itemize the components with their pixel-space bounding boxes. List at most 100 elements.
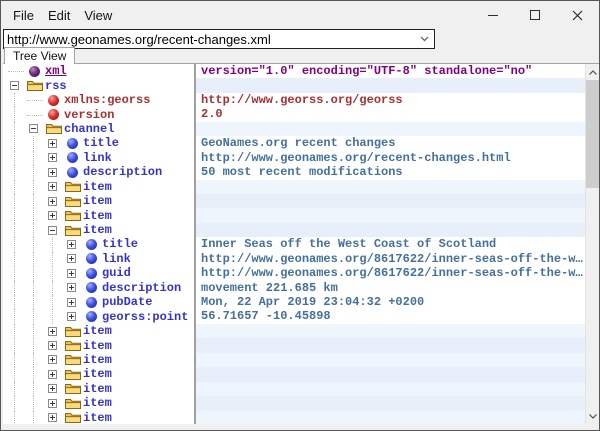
tree-node[interactable]: item <box>3 180 194 194</box>
red-ball-icon <box>44 107 63 121</box>
menu-view[interactable]: View <box>78 5 118 26</box>
expand-plus-icon[interactable] <box>48 399 57 408</box>
tree-node[interactable]: item <box>3 194 194 208</box>
tree-node-label: title <box>101 237 138 251</box>
address-input[interactable] <box>4 30 414 48</box>
blue-ball-icon <box>82 295 101 309</box>
value-row: http://www.geonames.org/8617622/inner-se… <box>196 266 585 280</box>
tree-node[interactable]: item <box>3 223 194 237</box>
tree-node[interactable]: description <box>3 281 194 295</box>
tree-node-label: title <box>82 136 119 150</box>
tab-tree-view[interactable]: Tree View <box>4 47 75 64</box>
value-row: 56.71657 -10.45898 <box>196 309 585 323</box>
value-row <box>196 180 585 194</box>
tree-node[interactable]: title <box>3 237 194 251</box>
expand-plus-icon[interactable] <box>48 355 57 364</box>
tree-node[interactable]: guid <box>3 266 194 280</box>
menu-edit[interactable]: Edit <box>42 5 76 26</box>
minimize-button[interactable] <box>472 1 514 29</box>
collapse-minus-icon[interactable] <box>10 81 19 90</box>
tree-node-label: item <box>82 367 112 381</box>
tree-node-label: rss <box>44 79 67 93</box>
tree-node[interactable]: georss:point <box>3 309 194 323</box>
expand-plus-icon[interactable] <box>48 370 57 379</box>
tree-node[interactable]: description <box>3 165 194 179</box>
scrollbar-thumb[interactable] <box>586 80 600 188</box>
value-row: movement 221.685 km <box>196 281 585 295</box>
value-pane: version="1.0" encoding="UTF-8" standalon… <box>196 64 585 424</box>
tree-node[interactable]: pubDate <box>3 295 194 309</box>
expand-plus-icon[interactable] <box>48 384 57 393</box>
tree-node-label: item <box>82 396 112 410</box>
collapse-minus-icon[interactable] <box>48 226 57 235</box>
scroll-up-button[interactable] <box>586 64 600 80</box>
blue-ball-icon <box>63 151 82 165</box>
tree-node-label: item <box>82 353 112 367</box>
close-button[interactable] <box>556 1 598 29</box>
tree-node[interactable]: item <box>3 396 194 410</box>
blue-ball-icon <box>82 281 101 295</box>
tree-node-label: description <box>101 281 181 295</box>
menu-file[interactable]: File <box>7 5 40 26</box>
vertical-scrollbar[interactable] <box>585 64 599 424</box>
expand-plus-icon[interactable] <box>48 413 57 422</box>
tree-node[interactable]: item <box>3 353 194 367</box>
tree-node-label: version <box>63 108 114 122</box>
folder-icon <box>63 324 82 338</box>
tree-node-label: item <box>82 180 112 194</box>
scroll-down-button[interactable] <box>586 408 600 424</box>
tree-node[interactable]: title <box>3 136 194 150</box>
tree-node-label: georss:point <box>101 310 188 324</box>
combo-dropdown-button[interactable] <box>414 30 434 48</box>
folder-icon <box>63 382 82 396</box>
value-row: GeoNames.org recent changes <box>196 136 585 150</box>
chevron-down-icon <box>589 414 597 419</box>
expand-plus-icon[interactable] <box>48 182 57 191</box>
expand-plus-icon[interactable] <box>67 269 76 278</box>
maximize-button[interactable] <box>514 1 556 29</box>
tree-node[interactable]: channel <box>3 122 194 136</box>
chevron-down-icon <box>420 36 429 42</box>
tree-node[interactable]: link <box>3 252 194 266</box>
tree-node[interactable]: item <box>3 208 194 222</box>
value-row: http://www.georss.org/georss <box>196 93 585 107</box>
expand-plus-icon[interactable] <box>48 197 57 206</box>
tree-node-label: guid <box>101 266 131 280</box>
blue-ball-icon <box>63 165 82 179</box>
expand-plus-icon[interactable] <box>48 341 57 350</box>
tree-node-label: item <box>82 194 112 208</box>
tree-node[interactable]: rss <box>3 78 194 92</box>
tree-node[interactable]: item <box>3 324 194 338</box>
value-row: 50 most recent modifications <box>196 165 585 179</box>
expand-plus-icon[interactable] <box>67 240 76 249</box>
tree-node[interactable]: item <box>3 382 194 396</box>
expand-plus-icon[interactable] <box>67 283 76 292</box>
expand-plus-icon[interactable] <box>67 312 76 321</box>
collapse-minus-icon[interactable] <box>29 124 38 133</box>
tree-node-label: item <box>82 324 112 338</box>
tree-node[interactable]: xmlns:georss <box>3 93 194 107</box>
expand-plus-icon[interactable] <box>48 211 57 220</box>
address-combobox[interactable] <box>3 29 435 49</box>
tree-node[interactable]: version <box>3 107 194 121</box>
expand-plus-icon[interactable] <box>48 153 57 162</box>
tree-node[interactable]: xml <box>3 64 194 78</box>
expand-plus-icon[interactable] <box>67 254 76 263</box>
folder-icon <box>63 411 82 425</box>
tree-node[interactable]: item <box>3 367 194 381</box>
expand-plus-icon[interactable] <box>48 327 57 336</box>
chevron-up-icon <box>589 70 597 75</box>
expand-plus-icon[interactable] <box>48 139 57 148</box>
tree-node[interactable]: item <box>3 411 194 425</box>
expand-plus-icon[interactable] <box>48 168 57 177</box>
folder-icon <box>63 208 82 222</box>
blue-ball-icon <box>82 252 101 266</box>
blue-ball-icon <box>63 136 82 150</box>
tree-node[interactable]: link <box>3 151 194 165</box>
expand-plus-icon[interactable] <box>67 298 76 307</box>
tree-node[interactable]: item <box>3 338 194 352</box>
value-row <box>196 382 585 396</box>
tree-node-label: xmlns:georss <box>63 93 150 107</box>
tree-node-label: link <box>101 252 131 266</box>
tree-node-label: xml <box>44 64 67 78</box>
